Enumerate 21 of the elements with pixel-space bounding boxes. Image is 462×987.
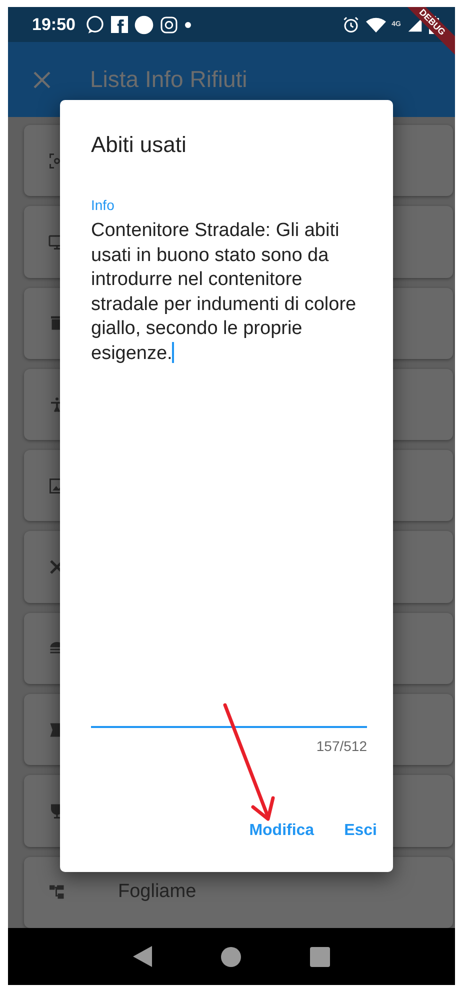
- character-counter: 157/512: [316, 738, 367, 754]
- info-text-field[interactable]: Contenitore Stradale: Gli abiti usati in buono stato sono da introdurre nel contenitore stradale per indumenti di colore giallo, secondo le proprie esigenze.: [91, 219, 369, 726]
- recents-icon[interactable]: [310, 946, 330, 966]
- dialog-button[interactable]: Esci: [336, 814, 385, 848]
- back-icon[interactable]: [132, 946, 152, 967]
- wifi-icon: [366, 16, 386, 34]
- field-label: Info: [91, 197, 116, 213]
- dialog-button[interactable]: Modifica: [241, 814, 322, 848]
- camera-icon: [160, 16, 178, 34]
- alarm-clock-icon: [342, 16, 360, 34]
- hierarchy-icon: [48, 883, 66, 902]
- chat-bubble-icon: [85, 14, 106, 34]
- circle-icon: [134, 14, 154, 34]
- home-icon[interactable]: [220, 946, 241, 966]
- dialog-title: Abiti usati: [91, 132, 188, 158]
- status-time: 19:50: [32, 14, 76, 34]
- app-bar-title: Lista Info Rifiuti: [90, 66, 248, 93]
- text-cursor: [172, 342, 174, 362]
- list-item-label: Fogliame: [118, 881, 196, 904]
- f-square-icon: [111, 16, 128, 33]
- dot-icon: [184, 20, 192, 28]
